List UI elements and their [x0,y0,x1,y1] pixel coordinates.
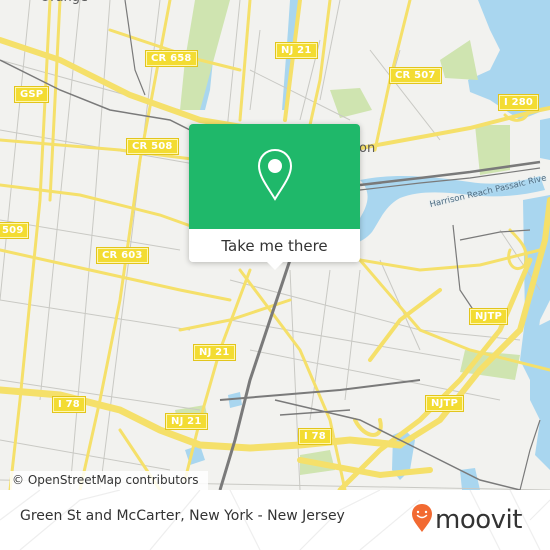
water-bay-edge [540,118,550,160]
moovit-smile-pin-icon [411,503,433,537]
route-shield-njtp-upper: NJTP [470,309,508,324]
popup-header [189,124,360,229]
water-right-lower [530,320,550,470]
map-attribution[interactable]: © OpenStreetMap contributors [10,471,209,490]
map-view[interactable]: Orange on Harrison Reach Passaic Rive CR… [0,0,550,490]
route-shield-cr508: CR 508 [127,139,178,154]
route-shield-nj21-south: NJ 21 [166,414,207,429]
route-shield-njtp-lower: NJTP [426,396,464,411]
popup-pointer [266,261,284,270]
road-gsp [8,0,52,490]
park-2 [440,40,478,80]
brand-name: moovit [435,505,522,535]
road-i280-west [0,37,263,133]
location-popup: Take me there [189,124,360,270]
take-me-there-button[interactable]: Take me there [189,229,360,262]
route-shield-gsp: GSP [15,87,49,102]
footer-bar: Green St and McCarter, New York - New Je… [0,490,550,550]
route-shield-i78-east: I 78 [299,429,331,444]
moovit-logo[interactable]: moovit [411,503,522,537]
route-shield-cr507: CR 507 [390,68,441,83]
place-label-newark: on [359,141,376,156]
route-shield-i78-west: I 78 [53,397,85,412]
place-label-orange: Orange [40,0,88,5]
route-shield-cr603: CR 603 [97,248,148,263]
route-shield-nj21-north: NJ 21 [276,43,317,58]
rail-main-line [218,259,292,490]
route-shield-cr658: CR 658 [146,51,197,66]
route-shield-cr509: 509 [0,223,29,238]
stop-title: Green St and McCarter, New York - New Je… [20,508,345,524]
map-pin-icon [257,148,293,206]
route-shield-i280: I 280 [499,95,539,110]
route-shield-nj21-mid: NJ 21 [194,345,235,360]
